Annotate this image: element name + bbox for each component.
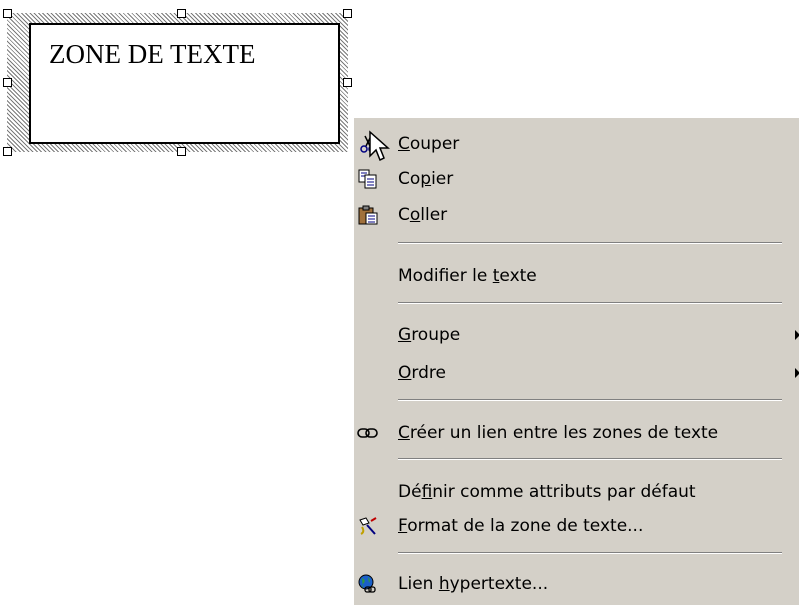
menu-separator xyxy=(398,552,782,554)
menu-item-label: Créer un lien entre les zones de texte xyxy=(398,423,719,443)
context-menu: Couper Copier Coller Modifier le texte G… xyxy=(353,117,799,605)
resize-handle-top-left[interactable] xyxy=(3,9,12,18)
menu-separator xyxy=(398,302,782,304)
menu-item-edit-text[interactable]: Modifier le texte xyxy=(354,259,794,293)
resize-handle-bottom-left[interactable] xyxy=(3,147,12,156)
submenu-arrow-icon xyxy=(795,368,799,378)
menu-item-paste[interactable]: Coller xyxy=(354,198,794,232)
menu-item-label: Lien hypertexte... xyxy=(398,574,549,594)
menu-item-label: Définir comme attributs par défaut xyxy=(398,482,696,502)
menu-item-label: Groupe xyxy=(398,325,461,345)
resize-handle-left[interactable] xyxy=(3,78,12,87)
menu-item-label: Modifier le texte xyxy=(398,266,537,286)
menu-separator xyxy=(398,458,782,460)
menu-item-label: Couper xyxy=(398,134,460,154)
resize-handle-bottom[interactable] xyxy=(177,147,186,156)
format-painter-icon xyxy=(359,517,377,535)
text-box-content[interactable]: ZONE DE TEXTE xyxy=(49,39,255,70)
resize-handle-top-right[interactable] xyxy=(343,9,352,18)
menu-item-format-textbox[interactable]: Format de la zone de texte... xyxy=(354,509,794,543)
menu-separator xyxy=(398,399,782,401)
menu-item-cut[interactable]: Couper xyxy=(354,127,794,161)
menu-item-create-link[interactable]: Créer un lien entre les zones de texte xyxy=(354,416,794,450)
menu-item-hyperlink[interactable]: Lien hypertexte... xyxy=(354,567,794,601)
menu-item-copy[interactable]: Copier xyxy=(354,162,794,196)
text-box[interactable]: ZONE DE TEXTE xyxy=(29,23,340,144)
resize-handle-top[interactable] xyxy=(177,9,186,18)
menu-item-label: Format de la zone de texte... xyxy=(398,516,644,536)
mouse-pointer-icon xyxy=(369,130,390,162)
menu-item-label: Copier xyxy=(398,169,454,189)
hyperlink-globe-icon xyxy=(358,574,376,593)
menu-item-order[interactable]: Ordre xyxy=(354,356,799,390)
menu-item-set-default[interactable]: Définir comme attributs par défaut xyxy=(354,475,794,509)
paste-icon xyxy=(358,205,378,225)
resize-handle-right[interactable] xyxy=(343,78,352,87)
menu-item-group[interactable]: Groupe xyxy=(354,318,799,352)
text-box-frame[interactable]: ZONE DE TEXTE xyxy=(7,13,348,152)
menu-item-label: Coller xyxy=(398,205,448,225)
copy-icon xyxy=(358,169,377,189)
menu-separator xyxy=(398,242,782,244)
menu-item-label: Ordre xyxy=(398,363,446,383)
chain-link-icon xyxy=(357,428,378,438)
submenu-arrow-icon xyxy=(795,330,799,340)
